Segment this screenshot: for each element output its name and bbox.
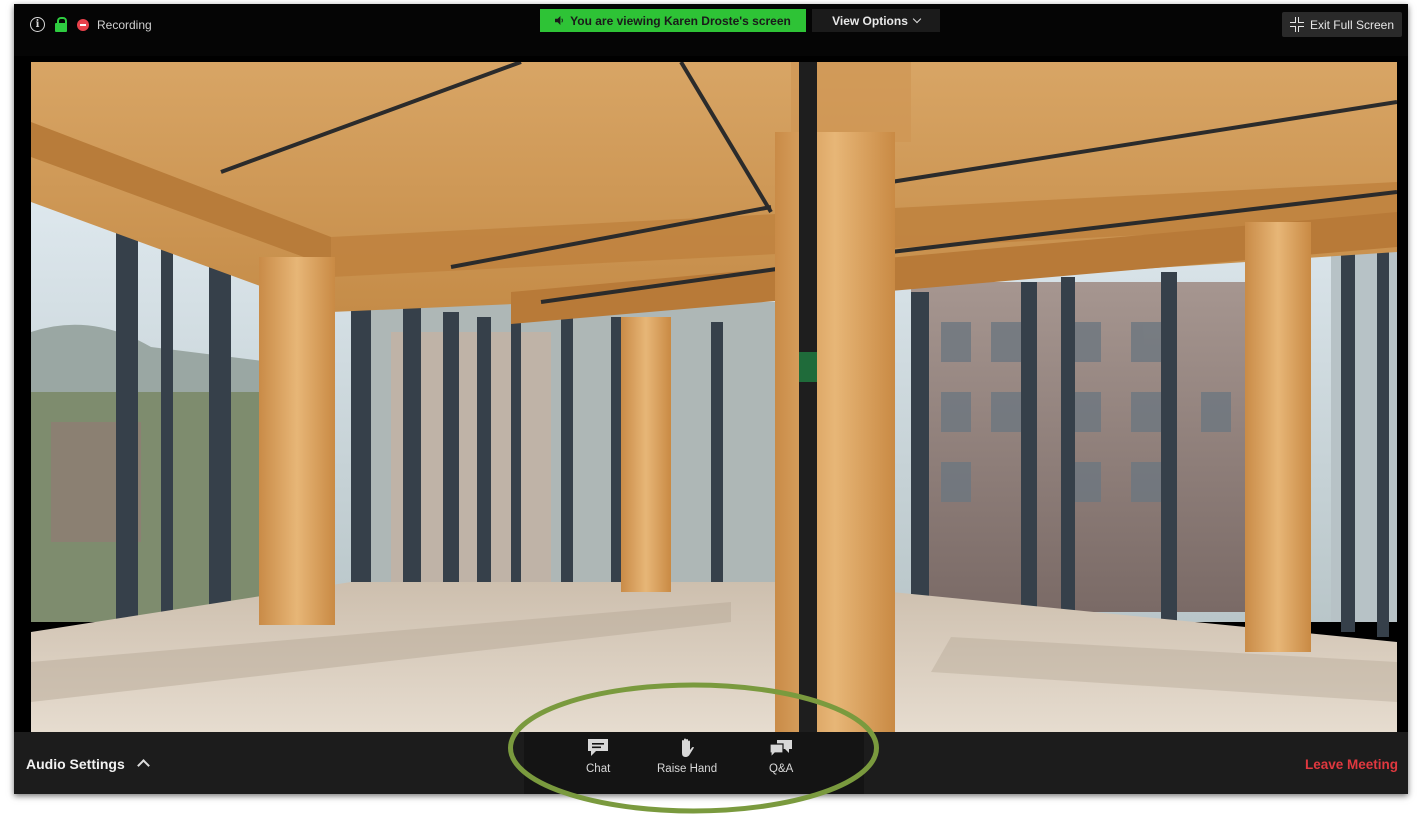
chat-icon xyxy=(588,739,609,756)
hand-icon xyxy=(682,738,695,757)
recording-label: Recording xyxy=(97,17,152,32)
audio-settings-button[interactable]: Audio Settings xyxy=(26,756,150,772)
exit-fullscreen-button[interactable]: Exit Full Screen xyxy=(1281,12,1402,37)
chat-label: Chat xyxy=(586,763,611,775)
meeting-toolbar: Audio Settings Chat Raise Hand Q&A Leave… xyxy=(14,732,1408,794)
speaker-icon xyxy=(555,16,564,25)
caret-up-icon[interactable] xyxy=(136,759,150,772)
view-options-button[interactable]: View Options xyxy=(812,9,940,32)
chevron-down-icon xyxy=(912,14,922,24)
shared-screen-photo xyxy=(31,62,1397,732)
meeting-status: i Recording xyxy=(30,17,152,32)
qa-button[interactable]: Q&A xyxy=(769,738,793,775)
exit-fullscreen-icon xyxy=(1289,17,1304,32)
top-bar: i Recording You are viewing Karen Droste… xyxy=(14,4,1408,56)
lock-icon[interactable] xyxy=(55,17,67,32)
meeting-window: i Recording You are viewing Karen Droste… xyxy=(14,4,1408,794)
audio-settings-label: Audio Settings xyxy=(26,756,125,772)
qa-label: Q&A xyxy=(769,763,794,775)
info-icon[interactable]: i xyxy=(30,17,45,32)
recording-icon xyxy=(77,18,89,31)
raise-hand-button[interactable]: Raise Hand xyxy=(657,738,717,775)
shared-screen xyxy=(31,62,1397,732)
viewing-banner-text: You are viewing Karen Droste's screen xyxy=(570,13,791,28)
qa-icon xyxy=(769,740,793,758)
toolbar-actions: Chat Raise Hand Q&A xyxy=(524,732,864,794)
raise-hand-label: Raise Hand xyxy=(657,763,718,775)
leave-meeting-button[interactable]: Leave Meeting xyxy=(1305,757,1398,772)
viewing-banner: You are viewing Karen Droste's screen xyxy=(540,9,806,32)
exit-fullscreen-label: Exit Full Screen xyxy=(1309,17,1394,32)
chat-button[interactable]: Chat xyxy=(586,738,610,775)
view-options-label: View Options xyxy=(832,13,908,28)
